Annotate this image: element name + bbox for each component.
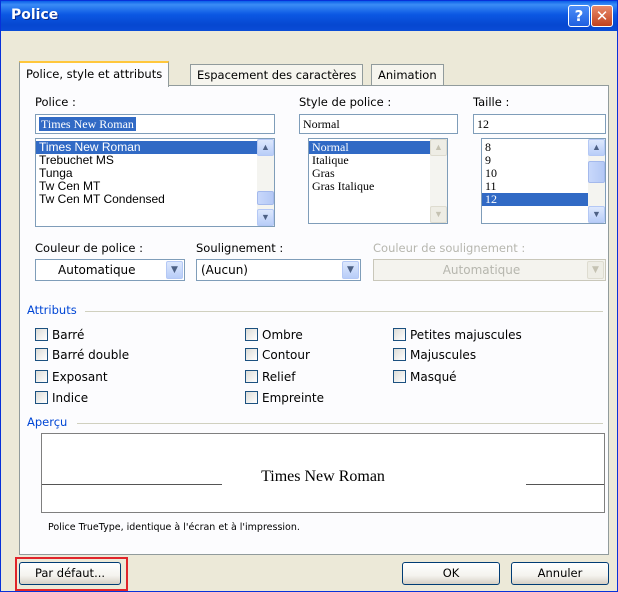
help-icon[interactable]: ? <box>568 5 590 27</box>
style-list-item[interactable]: Gras Italique <box>309 180 447 193</box>
font-color-label: Couleur de police : <box>35 241 143 255</box>
style-list-scrollbar: ▲ ▼ <box>430 139 447 223</box>
size-input[interactable]: 12 <box>473 114 606 134</box>
attributes-title: Attributs <box>27 303 77 317</box>
size-label: Taille : <box>473 95 510 109</box>
truetype-note: Police TrueType, identique à l'écran et … <box>48 522 300 533</box>
checkbox-label: Ombre <box>262 328 303 342</box>
scroll-thumb[interactable] <box>588 161 605 183</box>
checkbox-small-caps[interactable]: Petites majuscules <box>393 328 522 344</box>
chevron-down-icon[interactable]: ▼ <box>166 261 183 279</box>
checkbox-superscript[interactable]: Exposant <box>35 370 108 386</box>
size-list[interactable]: 8 9 10 11 12 ▲ ▼ <box>481 138 606 224</box>
style-value: Normal <box>303 117 340 131</box>
size-list-item[interactable]: 8 <box>482 141 605 154</box>
preview-divider <box>77 423 603 424</box>
size-list-item[interactable]: 11 <box>482 180 605 193</box>
checkbox-emboss[interactable]: Relief <box>245 370 295 386</box>
checkbox-label: Exposant <box>52 370 108 384</box>
preview-text: Times New Roman <box>261 468 385 485</box>
font-list-scrollbar[interactable]: ▲ ▼ <box>257 139 274 226</box>
checkbox-box[interactable] <box>245 391 258 404</box>
preview-baseline-right <box>526 484 604 485</box>
font-label: Police : <box>35 95 76 109</box>
underline-value: (Aucun) <box>201 263 248 277</box>
checkbox-box[interactable] <box>245 328 258 341</box>
checkbox-label: Relief <box>262 370 296 384</box>
font-name-value: Times New Roman <box>39 117 136 131</box>
cancel-button[interactable]: Annuler <box>511 562 609 585</box>
highlight-box <box>15 557 128 591</box>
checkbox-label: Masqué <box>410 370 457 384</box>
checkbox-label: Indice <box>52 391 89 405</box>
font-preview: Times New Roman <box>41 433 605 513</box>
chevron-down-icon[interactable]: ▼ <box>342 261 359 279</box>
scroll-thumb[interactable] <box>257 191 274 205</box>
checkbox-label: Barré <box>52 328 85 342</box>
checkbox-label: Contour <box>262 348 310 362</box>
font-list[interactable]: Times New Roman Trebuchet MS Tunga Tw Ce… <box>35 138 275 227</box>
checkbox-hidden[interactable]: Masqué <box>393 370 457 386</box>
checkbox-engrave[interactable]: Empreinte <box>245 391 324 407</box>
font-name-input[interactable]: Times New Roman <box>35 114 275 134</box>
chevron-down-icon: ▼ <box>587 261 604 279</box>
checkbox-subscript[interactable]: Indice <box>35 391 88 407</box>
underline-color-label: Couleur de soulignement : <box>373 241 526 255</box>
checkbox-label: Petites majuscules <box>410 328 522 342</box>
checkbox-label: Empreinte <box>262 391 324 405</box>
size-list-item[interactable]: 10 <box>482 167 605 180</box>
checkbox-box[interactable] <box>35 328 48 341</box>
checkbox-box[interactable] <box>393 370 406 383</box>
preview-title: Aperçu <box>27 415 68 429</box>
checkbox-box[interactable] <box>393 348 406 361</box>
font-list-item[interactable]: Tw Cen MT Condensed <box>36 193 274 206</box>
underline-color-value: Automatique <box>442 263 521 277</box>
size-list-item[interactable]: 12 <box>482 193 588 206</box>
checkbox-box[interactable] <box>245 370 258 383</box>
style-list[interactable]: Normal Italique Gras Gras Italique ▲ ▼ <box>308 138 448 224</box>
underline-color-dropdown: Automatique ▼ <box>373 259 606 281</box>
size-list-item[interactable]: 9 <box>482 154 605 167</box>
checkbox-outline[interactable]: Contour <box>245 348 310 364</box>
scroll-down-icon[interactable]: ▼ <box>588 206 605 223</box>
style-label: Style de police : <box>299 95 392 109</box>
checkbox-box[interactable] <box>393 328 406 341</box>
checkbox-box[interactable] <box>245 348 258 361</box>
attributes-divider <box>85 311 603 312</box>
checkbox-box[interactable] <box>35 370 48 383</box>
scroll-up-icon[interactable]: ▲ <box>588 139 605 156</box>
scroll-up-icon: ▲ <box>430 139 447 156</box>
dialog-title: Police <box>11 7 59 23</box>
font-color-value: Automatique <box>58 263 136 277</box>
close-icon[interactable]: ✕ <box>591 5 613 27</box>
checkbox-label: Barré double <box>52 348 130 362</box>
checkbox-shadow[interactable]: Ombre <box>245 328 303 344</box>
checkbox-box[interactable] <box>35 348 48 361</box>
size-list-scrollbar[interactable]: ▲ ▼ <box>588 139 605 223</box>
tab-animation[interactable]: Animation <box>371 64 444 86</box>
scroll-down-icon[interactable]: ▼ <box>257 209 274 226</box>
tab-character-spacing[interactable]: Espacement des caractères <box>190 64 364 86</box>
checkbox-all-caps[interactable]: Majuscules <box>393 348 476 364</box>
font-color-dropdown[interactable]: Automatique ▼ <box>35 259 185 281</box>
title-bar[interactable]: Police ? ✕ <box>1 1 617 31</box>
scroll-up-icon[interactable]: ▲ <box>257 139 274 156</box>
checkbox-box[interactable] <box>35 391 48 404</box>
style-input[interactable]: Normal <box>299 114 458 134</box>
underline-label: Soulignement : <box>196 241 284 255</box>
font-dialog: Police ? ✕ Police, style et attributs Es… <box>0 0 618 592</box>
underline-dropdown[interactable]: (Aucun) ▼ <box>196 259 361 281</box>
size-value: 12 <box>477 117 489 131</box>
checkbox-strikethrough[interactable]: Barré <box>35 328 84 344</box>
tab-font-style-attributes[interactable]: Police, style et attributs <box>19 61 170 87</box>
checkbox-double-strikethrough[interactable]: Barré double <box>35 348 129 364</box>
ok-button[interactable]: OK <box>402 562 500 585</box>
scroll-down-icon: ▼ <box>430 206 447 223</box>
checkbox-label: Majuscules <box>410 348 477 362</box>
